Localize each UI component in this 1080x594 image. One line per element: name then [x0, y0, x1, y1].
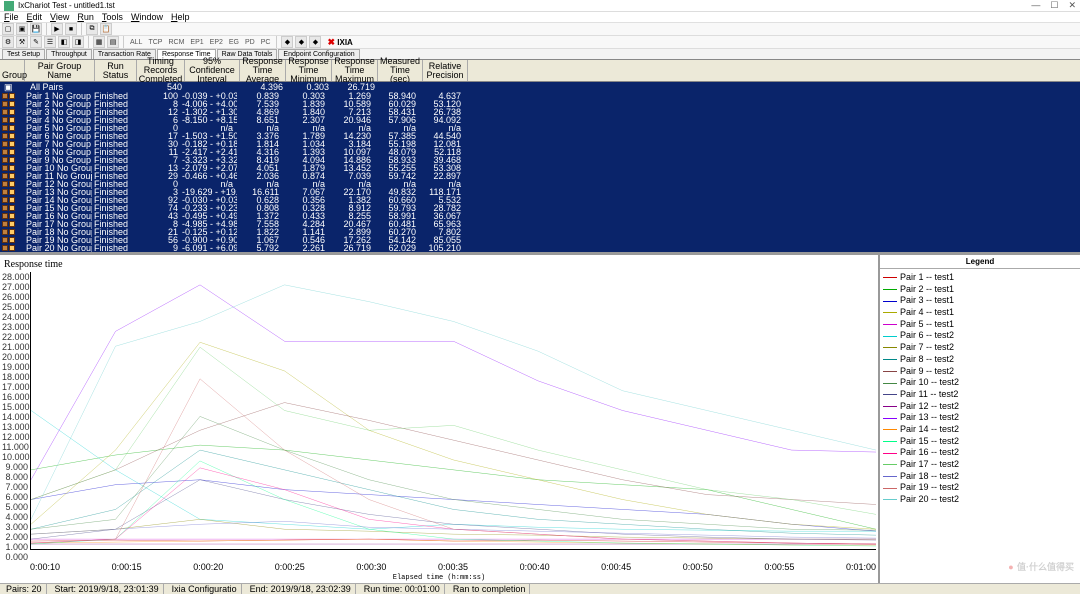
legend-item[interactable]: Pair 19 -- test2	[883, 482, 1077, 494]
chart-section: Response time 28.00027.00026.00025.00024…	[0, 254, 1080, 583]
tool-stop-icon[interactable]: ■	[65, 23, 77, 35]
col-header[interactable]: 95% Confidence Interval	[185, 60, 240, 81]
tool-d-icon[interactable]: ☰	[44, 36, 56, 48]
col-header[interactable]: Pair Group Name	[25, 60, 95, 81]
filter-ep1[interactable]: EP1	[188, 39, 205, 46]
legend-item[interactable]: Pair 10 -- test2	[883, 377, 1077, 389]
tool-new-icon[interactable]: ▢	[2, 23, 14, 35]
menu-edit[interactable]: Edit	[27, 12, 43, 22]
legend-item[interactable]: Pair 9 -- test2	[883, 366, 1077, 378]
status-bar: Pairs: 20 Start: 2019/9/18, 23:01:39 Ixi…	[0, 583, 1080, 594]
legend-item[interactable]: Pair 11 -- test2	[883, 389, 1077, 401]
menu-tools[interactable]: Tools	[102, 12, 123, 22]
filter-all[interactable]: ALL	[128, 39, 144, 46]
filter-pc[interactable]: PC	[259, 39, 273, 46]
close-button[interactable]: ✕	[1068, 0, 1076, 11]
filter-eg[interactable]: EG	[227, 39, 241, 46]
tool-run-icon[interactable]: ▶	[51, 23, 63, 35]
tab-test-setup[interactable]: Test Setup	[2, 49, 45, 59]
status-end: End: 2019/9/18, 23:02:39	[246, 584, 356, 594]
tool-g-icon[interactable]: ▦	[93, 36, 105, 48]
status-pairs: Pairs: 20	[2, 584, 47, 594]
tool-a-icon[interactable]: ⚙	[2, 36, 14, 48]
app-icon	[4, 1, 14, 11]
chart-pane: Response time 28.00027.00026.00025.00024…	[0, 255, 880, 583]
tool-paste-icon[interactable]: 📋	[100, 23, 112, 35]
col-header[interactable]: Group	[0, 60, 25, 81]
legend-item[interactable]: Pair 17 -- test2	[883, 459, 1077, 471]
legend-item[interactable]: Pair 18 -- test2	[883, 471, 1077, 483]
legend-item[interactable]: Pair 14 -- test2	[883, 424, 1077, 436]
legend-item[interactable]: Pair 3 -- test1	[883, 295, 1077, 307]
col-header[interactable]: Response Time Minimum	[286, 60, 332, 81]
table-row[interactable]: Pair 20 No GroupFinished9-6.091 - +6.091…	[0, 244, 1080, 252]
tool-save-icon[interactable]: 💾	[30, 23, 42, 35]
col-header[interactable]: Timing Records Completed	[137, 60, 185, 81]
tool-c-icon[interactable]: ✎	[30, 36, 42, 48]
col-header[interactable]: Measured Time (sec)	[378, 60, 423, 81]
chart-title: Response time	[2, 259, 876, 270]
legend-item[interactable]: Pair 20 -- test2	[883, 494, 1077, 506]
table-header: GroupPair Group NameRun StatusTiming Rec…	[0, 60, 1080, 82]
menu-view[interactable]: View	[50, 12, 69, 22]
plot-area[interactable]	[30, 272, 876, 550]
tool-e-icon[interactable]: ◧	[58, 36, 70, 48]
legend-item[interactable]: Pair 4 -- test1	[883, 307, 1077, 319]
legend-item[interactable]: Pair 5 -- test1	[883, 319, 1077, 331]
tool-h-icon[interactable]: ▤	[107, 36, 119, 48]
menu-bar: File Edit View Run Tools Window Help	[0, 12, 1080, 23]
legend-item[interactable]: Pair 8 -- test2	[883, 354, 1077, 366]
legend-item[interactable]: Pair 16 -- test2	[883, 447, 1077, 459]
legend-item[interactable]: Pair 15 -- test2	[883, 436, 1077, 448]
col-header[interactable]: Response Time Average	[240, 60, 286, 81]
legend-item[interactable]: Pair 6 -- test2	[883, 330, 1077, 342]
menu-run[interactable]: Run	[77, 12, 94, 22]
tool-x1-icon[interactable]: ◆	[295, 36, 307, 48]
tab-throughput[interactable]: Throughput	[46, 49, 92, 59]
tool-b-icon[interactable]: ⚒	[16, 36, 28, 48]
col-header[interactable]: Response Time Maximum	[332, 60, 378, 81]
status-config: Ixia Configuratio	[168, 584, 242, 594]
data-pane: GroupPair Group NameRun StatusTiming Rec…	[0, 60, 1080, 254]
filter-ep2[interactable]: EP2	[208, 39, 225, 46]
status-start: Start: 2019/9/18, 23:01:39	[51, 584, 164, 594]
legend-item[interactable]: Pair 12 -- test2	[883, 401, 1077, 413]
menu-file[interactable]: File	[4, 12, 19, 22]
legend-item[interactable]: Pair 2 -- test1	[883, 284, 1077, 296]
tool-f-icon[interactable]: ◨	[72, 36, 84, 48]
status-runtime: Run time: 00:01:00	[360, 584, 445, 594]
tool-open-icon[interactable]: ▣	[16, 23, 28, 35]
legend-item[interactable]: Pair 7 -- test2	[883, 342, 1077, 354]
col-header[interactable]: Run Status	[95, 60, 137, 81]
legend-item[interactable]: Pair 13 -- test2	[883, 412, 1077, 424]
legend-item[interactable]: Pair 1 -- test1	[883, 272, 1077, 284]
tool-x0-icon[interactable]: ◆	[281, 36, 293, 48]
data-grid[interactable]: ▣All Pairs5404.3960.30326.719 Pair 1 No …	[0, 82, 1080, 252]
filter-pd[interactable]: PD	[243, 39, 257, 46]
toolbar-1: ▢ ▣ 💾 ▶ ■ ⧉ 📋	[0, 23, 1080, 36]
col-header[interactable]: Relative Precision	[423, 60, 468, 81]
tool-x2-icon[interactable]: ◆	[309, 36, 321, 48]
menu-help[interactable]: Help	[171, 12, 190, 22]
status-result: Ran to completion	[449, 584, 531, 594]
y-axis: 28.00027.00026.00025.00024.00023.00022.0…	[2, 272, 30, 562]
ixia-logo: ✖ IXIA	[327, 37, 352, 48]
x-axis: 0:00:100:00:150:00:200:00:250:00:300:00:…	[2, 562, 876, 574]
toolbar-2: ⚙ ⚒ ✎ ☰ ◧ ◨ ▦ ▤ ALLTCPRCMEP1EP2EGPDPC◆◆◆…	[0, 36, 1080, 49]
legend-pane: Legend Pair 1 -- test1Pair 2 -- test1Pai…	[880, 255, 1080, 583]
filter-rcm[interactable]: RCM	[166, 39, 186, 46]
maximize-button[interactable]: ☐	[1050, 0, 1058, 11]
legend-items: Pair 1 -- test1Pair 2 -- test1Pair 3 -- …	[880, 269, 1080, 509]
legend-title: Legend	[880, 255, 1080, 269]
minimize-button[interactable]: —	[1031, 0, 1040, 11]
tool-copy-icon[interactable]: ⧉	[86, 23, 98, 35]
menu-window[interactable]: Window	[131, 12, 163, 22]
filter-tcp[interactable]: TCP	[146, 39, 164, 46]
x-axis-label: Elapsed time (h:mm:ss)	[2, 574, 876, 583]
window-title: IxChariot Test - untitled1.tst	[18, 1, 1031, 10]
window-titlebar: IxChariot Test - untitled1.tst — ☐ ✕	[0, 0, 1080, 12]
